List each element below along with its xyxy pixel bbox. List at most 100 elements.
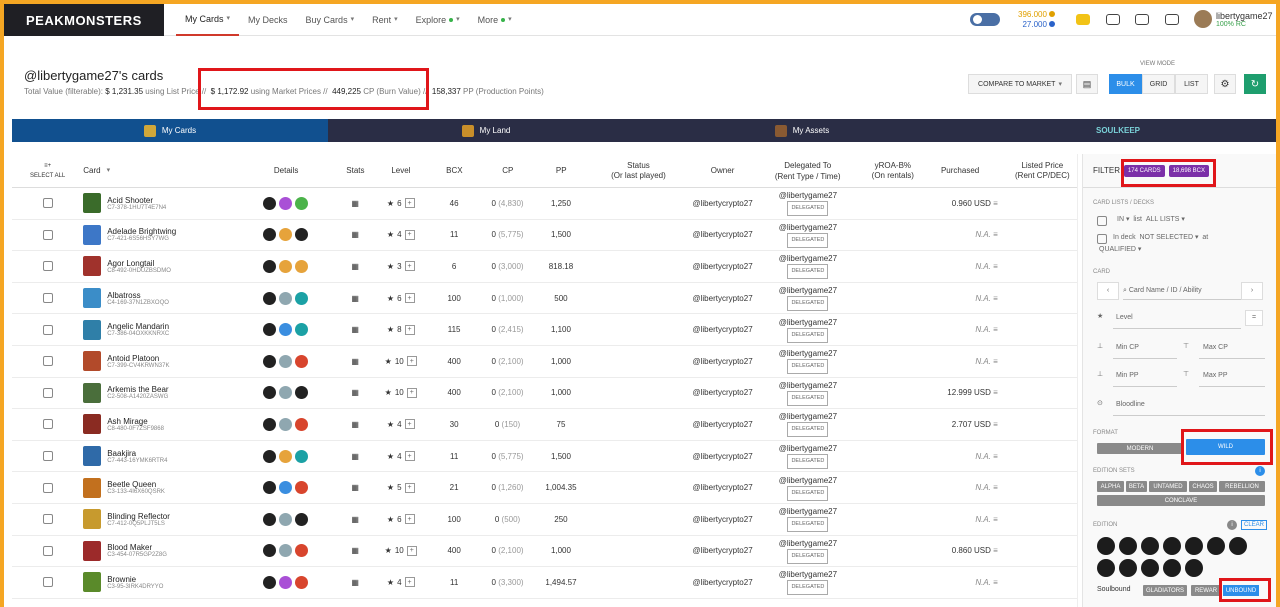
nav-item-explore[interactable]: Explore ▾ — [407, 4, 469, 36]
delegated-to[interactable]: @libertygame27 — [753, 317, 864, 328]
table-row[interactable]: Ash Mirage C8-480-0F7ZSF9868 ▦ ★ 4 + 30 0 … — [12, 409, 1077, 441]
upgrade-plus-icon[interactable]: + — [404, 198, 415, 209]
col-purchased[interactable]: Purchased — [922, 166, 1007, 176]
delegated-to[interactable]: @libertygame27 — [753, 285, 864, 296]
view-grid-button[interactable]: GRID — [1142, 74, 1175, 94]
card-owner[interactable]: @libertycrypto27 — [693, 199, 753, 208]
delegated-to[interactable]: @libertygame27 — [753, 506, 864, 517]
edition-filter-icon[interactable] — [1185, 537, 1203, 555]
card-owner[interactable]: @libertycrypto27 — [693, 483, 753, 492]
nav-item-my-decks[interactable]: My Decks — [239, 4, 297, 36]
upgrade-plus-icon[interactable]: + — [404, 482, 415, 493]
col-cp[interactable]: CP — [477, 166, 538, 176]
card-owner[interactable]: @libertycrypto27 — [693, 388, 753, 397]
cart-icon[interactable] — [1165, 14, 1179, 25]
card-cell[interactable]: Acid Shooter C7-378-1HU7T4E7N4 — [83, 193, 231, 214]
tab-my-cards[interactable]: My Cards — [12, 119, 328, 142]
card-search-input[interactable]: ⌕ Card Name / ID / Ability — [1123, 282, 1241, 300]
list-icon[interactable]: ≡ — [993, 325, 998, 334]
soulbound-gladiators-button[interactable]: GLADIATORS — [1143, 585, 1187, 596]
info-icon[interactable]: i — [1227, 520, 1237, 530]
card-cell[interactable]: Blood Maker C3-454-07R5GP2Z8G — [83, 540, 231, 561]
upgrade-plus-icon[interactable]: + — [404, 229, 415, 240]
table-row[interactable]: Baakjira C7-443-16YMK6RTR4 ▦ ★ 4 + 11 0 (5… — [12, 441, 1077, 473]
max-pp-input[interactable]: Max PP — [1203, 372, 1228, 379]
card-owner[interactable]: @libertycrypto27 — [693, 420, 753, 429]
col-bcx[interactable]: BCX — [432, 166, 478, 176]
col-level[interactable]: Level — [370, 166, 431, 176]
nav-item-rent[interactable]: Rent ▾ — [363, 4, 407, 36]
table-row[interactable]: Albatross C4-169-37N1ZBXOQO ▦ ★ 6 + 100 0 … — [12, 283, 1077, 315]
upgrade-plus-icon[interactable]: + — [406, 545, 417, 556]
set-chaos-button[interactable]: CHAOS — [1189, 481, 1217, 492]
list-icon[interactable]: ≡ — [993, 578, 998, 587]
row-checkbox[interactable] — [42, 387, 53, 398]
delegated-to[interactable]: @libertygame27 — [753, 569, 864, 580]
inbox-icon[interactable] — [1106, 14, 1120, 25]
edition-filter-icon[interactable] — [1097, 537, 1115, 555]
list-icon[interactable]: ≡ — [993, 420, 998, 429]
row-checkbox[interactable] — [42, 261, 53, 272]
card-cell[interactable]: Adelade Brightwing C7-421-6S56HSY7WG — [83, 224, 231, 245]
delegated-to[interactable]: @libertygame27 — [753, 222, 864, 233]
card-owner[interactable]: @libertycrypto27 — [693, 546, 753, 555]
list-icon[interactable]: ≡ — [993, 452, 998, 461]
theme-toggle[interactable] — [970, 13, 1000, 26]
next-arrow-icon[interactable]: › — [1241, 282, 1263, 300]
table-row[interactable]: Blood Maker C3-454-07R5GP2Z8G ▦ ★ 10 + 400… — [12, 536, 1077, 568]
set-untamed-button[interactable]: UNTAMED — [1149, 481, 1187, 492]
edition-filter-icon[interactable] — [1185, 559, 1203, 577]
upgrade-plus-icon[interactable]: + — [404, 324, 415, 335]
list-icon[interactable]: ≡ — [993, 230, 998, 239]
in-deck-select[interactable]: In deck NOT SELECTED ▾ at — [1113, 233, 1208, 241]
view-list-button[interactable]: LIST — [1175, 74, 1208, 94]
level-input[interactable]: Level — [1116, 314, 1133, 321]
upgrade-plus-icon[interactable]: + — [404, 577, 415, 588]
delegated-to[interactable]: @libertygame27 — [753, 475, 864, 486]
table-row[interactable]: Brownie C3-95-3IRK4DRYYO ▦ ★ 4 + 11 0 (3,3… — [12, 567, 1077, 599]
row-checkbox[interactable] — [42, 419, 53, 430]
delegated-to[interactable]: @libertygame27 — [753, 380, 864, 391]
table-row[interactable]: Arkemis the Bear C2-508-A1420ZASWG ▦ ★ 10… — [12, 378, 1077, 410]
delegated-to[interactable]: @libertygame27 — [753, 443, 864, 454]
card-owner[interactable]: @libertycrypto27 — [693, 262, 753, 271]
peakmonsters-logo[interactable]: PEAKMONSTERS — [4, 4, 164, 36]
card-owner[interactable]: @libertycrypto27 — [693, 294, 753, 303]
table-row[interactable]: Adelade Brightwing C7-421-6S56HSY7WG ▦ ★… — [12, 220, 1077, 252]
col-pp[interactable]: PP — [539, 166, 585, 176]
row-checkbox[interactable] — [42, 514, 53, 525]
list-icon[interactable]: ≡ — [993, 546, 998, 555]
in-list-checkbox[interactable] — [1097, 216, 1107, 226]
list-icon[interactable]: ≡ — [993, 199, 998, 208]
list-icon[interactable]: ≡ — [993, 515, 998, 524]
user-menu[interactable]: libertygame27 100% RC — [1194, 10, 1273, 28]
in-list-select[interactable]: IN ▾ list ALL LISTS ▾ — [1117, 215, 1185, 223]
col-delegated[interactable]: Delegated To (Rent Type / Time) — [752, 160, 863, 182]
card-cell[interactable]: Antoid Platoon C7-399-CV4KRWN37K — [83, 351, 231, 372]
min-cp-input[interactable]: Min CP — [1116, 344, 1139, 351]
nav-item-buy-cards[interactable]: Buy Cards ▾ — [297, 4, 364, 36]
stats-icon[interactable]: ▦ — [340, 199, 370, 208]
stats-icon[interactable]: ▦ — [340, 388, 370, 397]
table-row[interactable]: Acid Shooter C7-378-1HU7T4E7N4 ▦ ★ 6 + 46 … — [12, 188, 1077, 220]
delegated-to[interactable]: @libertygame27 — [753, 253, 864, 264]
bloodline-input[interactable]: Bloodline — [1116, 401, 1145, 408]
card-cell[interactable]: Ash Mirage C8-480-0F7ZSF9868 — [83, 414, 231, 435]
chat-icon[interactable] — [1076, 14, 1090, 25]
list-icon[interactable]: ≡ — [993, 483, 998, 492]
set-conclave-button[interactable]: CONCLAVE — [1097, 495, 1265, 506]
stats-icon[interactable]: ▦ — [340, 325, 370, 334]
stats-icon[interactable]: ▦ — [340, 357, 370, 366]
col-listed[interactable]: Listed Price (Rent CP/DEC) — [1008, 161, 1077, 181]
edition-filter-icon[interactable] — [1119, 537, 1137, 555]
upgrade-plus-icon[interactable]: + — [406, 387, 417, 398]
card-owner[interactable]: @libertycrypto27 — [693, 230, 753, 239]
tab-my-assets[interactable]: My Assets — [644, 119, 960, 142]
row-checkbox[interactable] — [42, 293, 53, 304]
card-owner[interactable]: @libertycrypto27 — [693, 452, 753, 461]
row-checkbox[interactable] — [42, 577, 53, 588]
row-checkbox[interactable] — [42, 324, 53, 335]
col-card[interactable]: Card ▾ — [83, 166, 231, 176]
card-owner[interactable]: @libertycrypto27 — [693, 325, 753, 334]
refresh-icon[interactable]: ↻ — [1244, 74, 1266, 94]
